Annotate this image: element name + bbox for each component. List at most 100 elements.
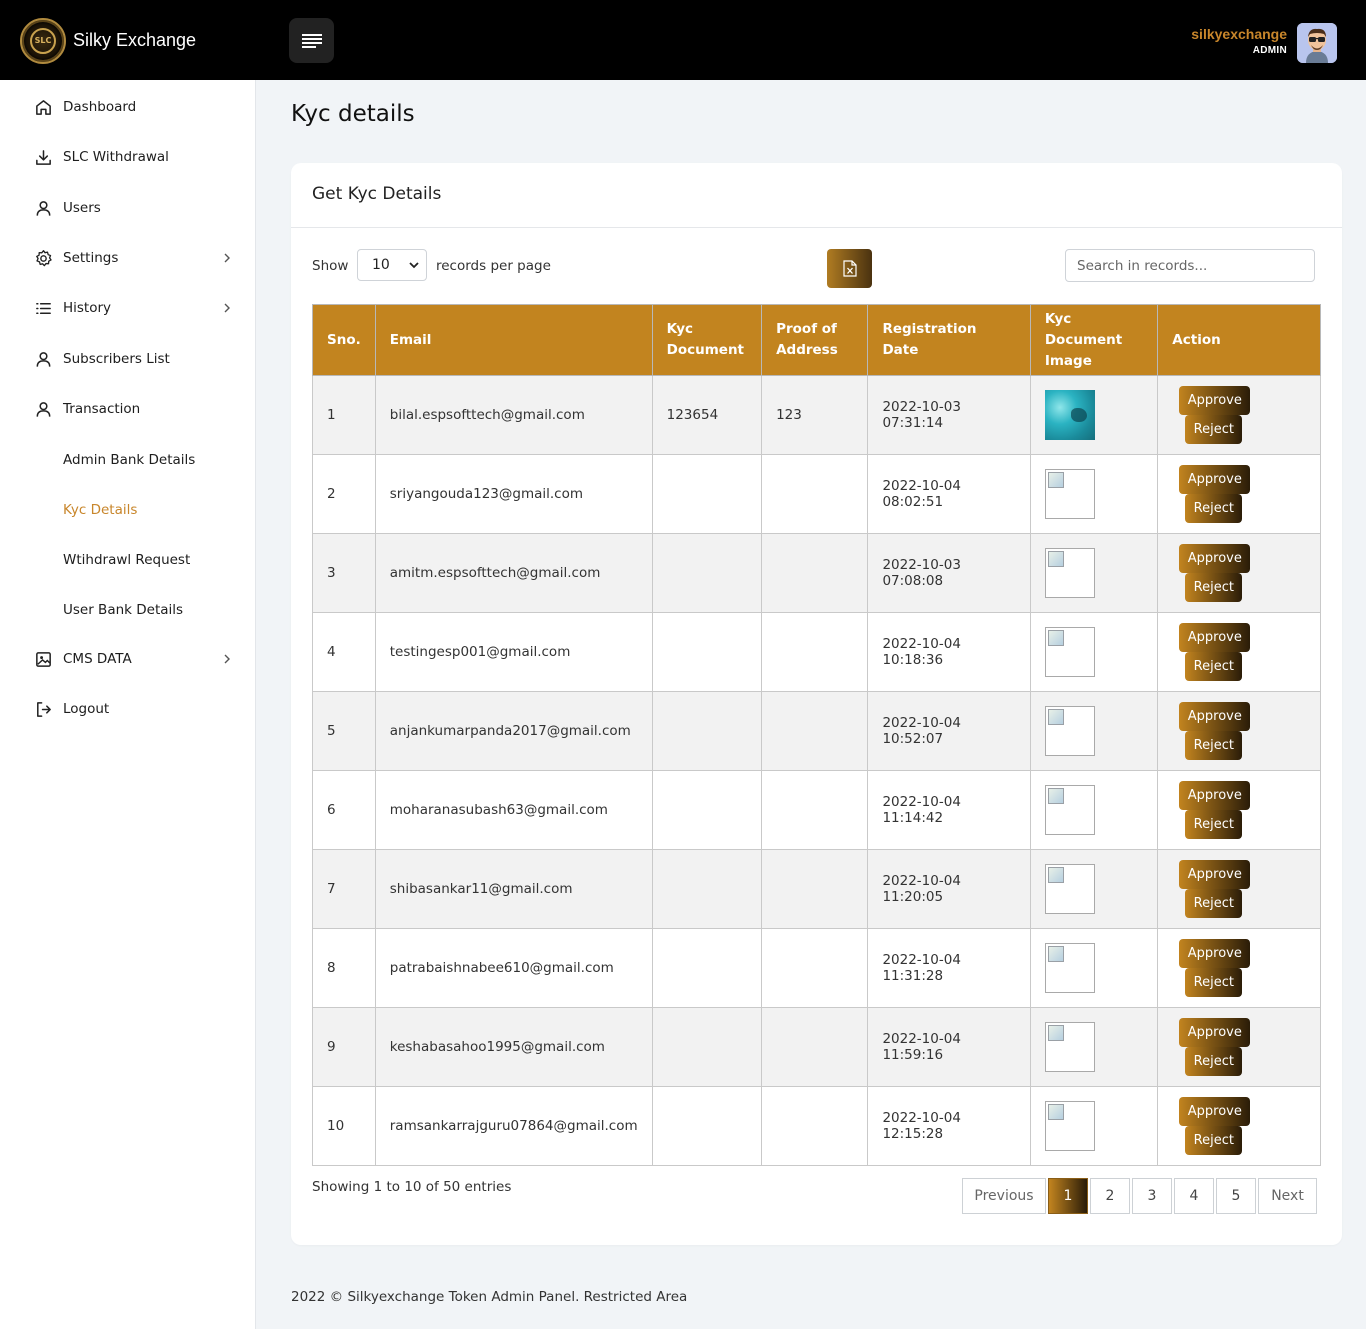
cell-registration-date: 2022-10-04 11:20:05	[867, 849, 1031, 929]
kyc-document-image[interactable]	[1044, 785, 1095, 835]
sidebar-item-kyc-details[interactable]: Kyc Details	[0, 492, 255, 528]
approve-button[interactable]: Approve	[1179, 1097, 1251, 1126]
kyc-document-image[interactable]	[1044, 1101, 1095, 1151]
cell-proof-of-address	[761, 849, 869, 929]
sidebar-item-cms-data[interactable]: CMS DATA	[0, 641, 255, 677]
menu-toggle-button[interactable]	[289, 18, 334, 63]
cell-kyc-image	[1029, 1007, 1159, 1087]
column-header-registration-date[interactable]: Registration Date	[867, 304, 1031, 376]
page-size-select[interactable]: 10	[357, 249, 427, 281]
showing-entries-text: Showing 1 to 10 of 50 entries	[312, 1179, 512, 1195]
column-header-kyc-document-image[interactable]: Kyc Document Image	[1029, 304, 1159, 376]
sidebar-item-subscribers-list[interactable]: Subscribers List	[0, 341, 255, 377]
reject-button[interactable]: Reject	[1185, 652, 1243, 681]
cell-registration-date: 2022-10-04 10:18:36	[867, 612, 1031, 692]
sidebar-item-slc-withdrawal[interactable]: SLC Withdrawal	[0, 139, 255, 175]
pagination-page-4[interactable]: 4	[1174, 1178, 1214, 1214]
approve-button[interactable]: Approve	[1179, 860, 1251, 889]
approve-button[interactable]: Approve	[1179, 702, 1251, 731]
sidebar-item-withdrawal-request[interactable]: Wtihdrawl Request	[0, 542, 255, 578]
records-per-page-label: records per page	[436, 258, 551, 274]
avatar[interactable]	[1297, 23, 1337, 63]
pagination-page-3[interactable]: 3	[1132, 1178, 1172, 1214]
kyc-document-image[interactable]	[1044, 1022, 1095, 1072]
cell-registration-date: 2022-10-04 11:59:16	[867, 1007, 1031, 1087]
approve-button[interactable]: Approve	[1179, 781, 1251, 810]
cell-kyc-document	[651, 770, 763, 850]
card-divider	[291, 227, 1342, 228]
reject-button[interactable]: Reject	[1185, 1126, 1243, 1155]
cell-sno: 6	[312, 770, 376, 850]
pagination-page-2[interactable]: 2	[1090, 1178, 1130, 1214]
kyc-document-image[interactable]	[1044, 469, 1095, 519]
column-header-kyc-document[interactable]: Kyc Document	[651, 304, 763, 376]
approve-button[interactable]: Approve	[1179, 623, 1251, 652]
chevron-down-icon	[409, 262, 419, 269]
reject-button[interactable]: Reject	[1185, 494, 1243, 523]
sidebar-item-transaction[interactable]: Transaction	[0, 391, 255, 427]
cell-email: moharanasubash63@gmail.com	[374, 770, 653, 850]
sidebar-item-settings[interactable]: Settings	[0, 240, 255, 276]
chevron-right-icon	[224, 654, 230, 664]
cell-action: ApproveReject	[1157, 375, 1321, 455]
reject-button[interactable]: Reject	[1185, 573, 1243, 602]
table-row: 10 ramsankarrajguru07864@gmail.com 2022-10…	[312, 1086, 1321, 1166]
reject-button[interactable]: Reject	[1185, 889, 1243, 918]
sidebar-item-label: User Bank Details	[63, 602, 184, 618]
sidebar-item-logout[interactable]: Logout	[0, 691, 255, 727]
sidebar-item-label: Wtihdrawl Request	[63, 552, 191, 568]
column-header-action[interactable]: Action	[1157, 304, 1321, 376]
cell-registration-date: 2022-10-04 12:15:28	[867, 1086, 1031, 1166]
approve-button[interactable]: Approve	[1179, 939, 1251, 968]
sidebar-item-label: Users	[63, 200, 101, 216]
kyc-document-image[interactable]	[1044, 864, 1095, 914]
reject-button[interactable]: Reject	[1185, 415, 1243, 444]
reject-button[interactable]: Reject	[1185, 731, 1243, 760]
kyc-document-image[interactable]	[1044, 706, 1095, 756]
column-header-email[interactable]: Email	[374, 304, 653, 376]
page-size-value: 10	[372, 257, 390, 273]
cell-email: keshabasahoo1995@gmail.com	[374, 1007, 653, 1087]
user-name[interactable]: silkyexchange	[1191, 26, 1287, 42]
reject-button[interactable]: Reject	[1185, 810, 1243, 839]
sidebar-item-label: CMS DATA	[63, 651, 132, 667]
reject-button[interactable]: Reject	[1185, 968, 1243, 997]
sidebar-item-admin-bank-details[interactable]: Admin Bank Details	[0, 442, 255, 478]
pagination-page-1[interactable]: 1	[1048, 1178, 1088, 1214]
sidebar-item-label: Settings	[63, 250, 119, 266]
kyc-document-image[interactable]	[1044, 627, 1095, 677]
sidebar-item-history[interactable]: History	[0, 290, 255, 326]
cell-sno: 3	[312, 533, 376, 613]
brand-name[interactable]: Silky Exchange	[73, 29, 196, 51]
download-icon	[36, 150, 51, 165]
export-excel-button[interactable]	[827, 249, 872, 288]
kyc-document-image[interactable]	[1044, 548, 1095, 598]
sidebar-item-users[interactable]: Users	[0, 190, 255, 226]
logo[interactable]: SLC	[20, 18, 66, 64]
column-header-sno[interactable]: Sno.	[312, 304, 376, 376]
cell-sno: 7	[312, 849, 376, 929]
show-label: Show	[312, 258, 349, 274]
approve-button[interactable]: Approve	[1179, 544, 1251, 573]
approve-button[interactable]: Approve	[1179, 1018, 1251, 1047]
approve-button[interactable]: Approve	[1179, 386, 1251, 415]
pagination-next-button[interactable]: Next	[1258, 1178, 1317, 1214]
kyc-document-image[interactable]	[1044, 390, 1095, 440]
pagination-page-5[interactable]: 5	[1216, 1178, 1256, 1214]
cell-proof-of-address	[761, 1007, 869, 1087]
pagination-previous-button[interactable]: Previous	[962, 1178, 1046, 1214]
search-input[interactable]	[1065, 249, 1315, 282]
column-header-proof-of-address[interactable]: Proof of Address	[761, 304, 869, 376]
reject-button[interactable]: Reject	[1185, 1047, 1243, 1076]
chevron-right-icon	[224, 303, 230, 313]
sidebar-item-dashboard[interactable]: Dashboard	[0, 89, 255, 125]
sidebar-item-user-bank-details[interactable]: User Bank Details	[0, 592, 255, 628]
table-row: 1 bilal.espsofttech@gmail.com 123654 123 202…	[312, 375, 1321, 455]
sidebar-item-label: Transaction	[63, 401, 141, 417]
approve-button[interactable]: Approve	[1179, 465, 1251, 494]
table-row: 4 testingesp001@gmail.com 2022-10-04 10:18…	[312, 612, 1321, 692]
sidebar-item-label: Kyc Details	[63, 502, 138, 518]
cell-sno: 9	[312, 1007, 376, 1087]
kyc-document-image[interactable]	[1044, 943, 1095, 993]
table-row: 3 amitm.espsofttech@gmail.com 2022-10-03 0…	[312, 533, 1321, 613]
